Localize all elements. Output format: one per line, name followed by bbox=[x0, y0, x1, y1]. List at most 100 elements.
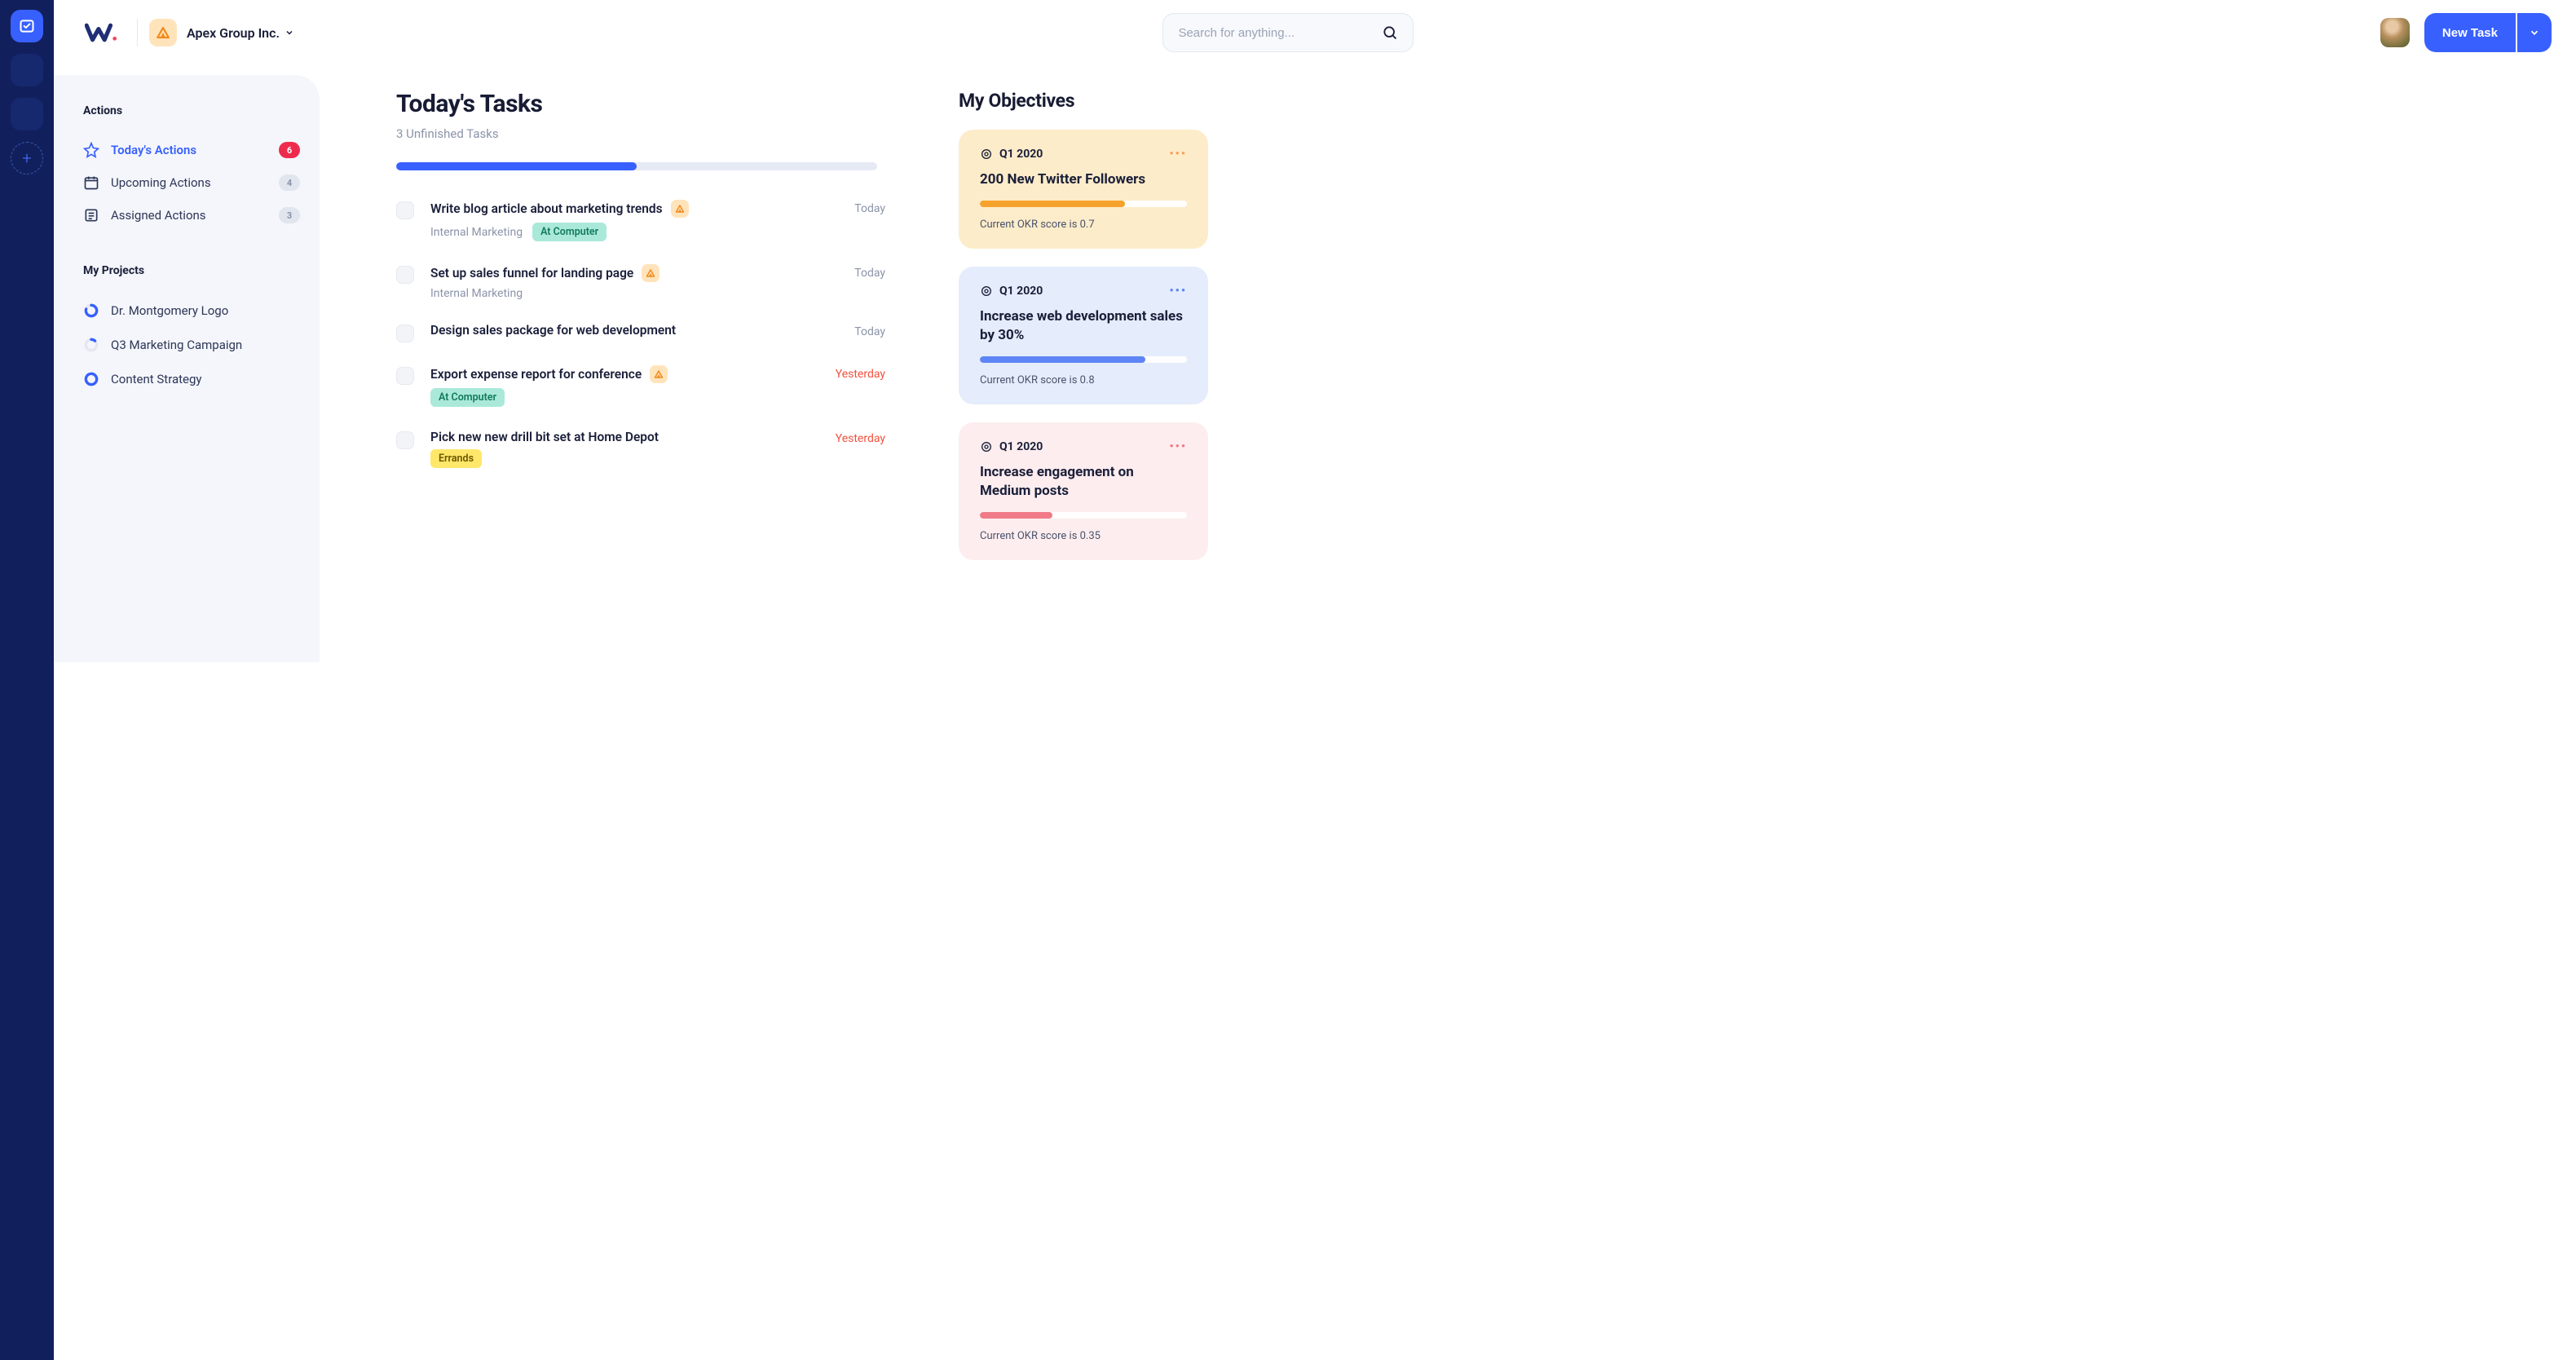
count-badge: 6 bbox=[279, 142, 300, 158]
okr-progress bbox=[980, 201, 1187, 207]
task-checkbox[interactable] bbox=[396, 201, 414, 219]
task-tag: Errands bbox=[430, 449, 482, 468]
sidebar-projects-header: My Projects bbox=[83, 264, 300, 277]
sidebar-item-assigned-actions[interactable]: Assigned Actions 3 bbox=[83, 199, 300, 232]
plus-icon: + bbox=[22, 148, 31, 168]
okr-score-text: Current OKR score is 0.8 bbox=[980, 374, 1187, 386]
sidebar-item-todays-actions[interactable]: Today's Actions 6 bbox=[83, 134, 300, 166]
task-tag: At Computer bbox=[532, 223, 607, 241]
target-icon bbox=[980, 440, 993, 453]
task-project: Internal Marketing bbox=[430, 287, 523, 300]
objective-period: Q1 2020 bbox=[999, 285, 1043, 298]
user-avatar[interactable] bbox=[2380, 18, 2410, 47]
assigned-icon bbox=[83, 207, 99, 223]
task-checkbox[interactable] bbox=[396, 266, 414, 284]
chevron-down-icon bbox=[285, 28, 294, 38]
task-project: Internal Marketing bbox=[430, 226, 523, 239]
task-checkbox[interactable] bbox=[396, 431, 414, 449]
objective-period: Q1 2020 bbox=[999, 148, 1043, 161]
task-title: Write blog article about marketing trend… bbox=[430, 201, 663, 216]
sidebar-item-label: Upcoming Actions bbox=[111, 175, 211, 190]
objectives-column: My Objectives Q1 2020 ••• 200 New Twitte… bbox=[959, 90, 1208, 560]
okr-progress bbox=[980, 512, 1187, 519]
task-title: Export expense report for conference bbox=[430, 367, 642, 382]
okr-score-text: Current OKR score is 0.7 bbox=[980, 219, 1187, 231]
task-row[interactable]: Pick new new drill bit set at Home Depot… bbox=[396, 422, 885, 483]
task-row[interactable]: Set up sales funnel for landing page Int… bbox=[396, 256, 885, 315]
sidebar-item-label: Today's Actions bbox=[111, 143, 196, 157]
sidebar-item-label: Assigned Actions bbox=[111, 208, 206, 223]
search-box[interactable] bbox=[1162, 13, 1414, 52]
objective-title: Increase engagement on Medium posts bbox=[980, 463, 1187, 501]
okr-score-text: Current OKR score is 0.35 bbox=[980, 530, 1187, 542]
new-task-button[interactable]: New Task bbox=[2424, 13, 2516, 52]
count-badge: 3 bbox=[279, 207, 300, 223]
tasks-progress-fill bbox=[396, 162, 637, 170]
task-list: Write blog article about marketing trend… bbox=[396, 192, 885, 483]
okr-progress bbox=[980, 356, 1187, 363]
task-title: Set up sales funnel for landing page bbox=[430, 266, 633, 280]
project-label: Q3 Marketing Campaign bbox=[111, 338, 242, 352]
task-date: Today bbox=[854, 200, 885, 215]
task-date: Yesterday bbox=[836, 430, 885, 445]
project-label: Content Strategy bbox=[111, 372, 202, 386]
card-menu-icon[interactable]: ••• bbox=[1169, 440, 1187, 453]
nav-rail: + bbox=[0, 0, 54, 1360]
objective-card[interactable]: Q1 2020 ••• Increase engagement on Mediu… bbox=[959, 422, 1208, 560]
search-icon bbox=[1382, 24, 1398, 41]
task-title: Design sales package for web development bbox=[430, 323, 676, 338]
page-title: Today's Tasks bbox=[396, 90, 885, 118]
calendar-icon bbox=[83, 174, 99, 191]
search-input[interactable] bbox=[1178, 26, 1382, 40]
objective-card[interactable]: Q1 2020 ••• 200 New Twitter Followers Cu… bbox=[959, 130, 1208, 249]
task-row[interactable]: Export expense report for conference At … bbox=[396, 357, 885, 422]
objective-title: Increase web development sales by 30% bbox=[980, 307, 1187, 345]
star-icon bbox=[83, 142, 99, 158]
org-mini-icon bbox=[650, 365, 668, 383]
progress-ring-icon bbox=[83, 337, 99, 353]
project-label: Dr. Montgomery Logo bbox=[111, 303, 228, 318]
task-title: Pick new new drill bit set at Home Depot bbox=[430, 430, 659, 444]
project-item-content-strategy[interactable]: Content Strategy bbox=[83, 362, 300, 396]
page-subtitle: 3 Unfinished Tasks bbox=[396, 126, 885, 141]
count-badge: 4 bbox=[279, 174, 300, 191]
app-logo[interactable] bbox=[85, 19, 121, 46]
objective-title: 200 New Twitter Followers bbox=[980, 170, 1187, 189]
task-checkbox[interactable] bbox=[396, 325, 414, 342]
new-task-dropdown[interactable] bbox=[2517, 13, 2552, 52]
rail-slot-2[interactable] bbox=[11, 54, 43, 86]
main-column: Today's Tasks 3 Unfinished Tasks Write b… bbox=[396, 90, 885, 483]
topbar: Apex Group Inc. New Task bbox=[54, 0, 2576, 65]
org-switcher[interactable]: Apex Group Inc. bbox=[187, 25, 294, 41]
tasks-progress bbox=[396, 162, 877, 170]
task-checkbox[interactable] bbox=[396, 367, 414, 385]
task-date: Today bbox=[854, 264, 885, 280]
project-item-q3-marketing[interactable]: Q3 Marketing Campaign bbox=[83, 328, 300, 362]
rail-add-workspace[interactable]: + bbox=[11, 142, 43, 174]
rail-slot-3[interactable] bbox=[11, 98, 43, 130]
progress-ring-icon bbox=[83, 302, 99, 319]
divider bbox=[137, 19, 138, 46]
org-mini-icon bbox=[671, 200, 689, 218]
target-icon bbox=[980, 148, 993, 161]
sidebar: Actions Today's Actions 6 Upcoming Actio… bbox=[54, 75, 320, 662]
rail-checklist-icon[interactable] bbox=[11, 10, 43, 42]
task-tag: At Computer bbox=[430, 388, 505, 407]
card-menu-icon[interactable]: ••• bbox=[1169, 285, 1187, 298]
org-name-label: Apex Group Inc. bbox=[187, 25, 280, 41]
org-logo-icon[interactable] bbox=[149, 19, 177, 46]
sidebar-actions-header: Actions bbox=[83, 104, 300, 117]
task-row[interactable]: Write blog article about marketing trend… bbox=[396, 192, 885, 256]
task-row[interactable]: Design sales package for web development… bbox=[396, 315, 885, 357]
chevron-down-icon bbox=[2529, 27, 2540, 38]
project-item-montgomery[interactable]: Dr. Montgomery Logo bbox=[83, 294, 300, 328]
task-date: Yesterday bbox=[836, 365, 885, 381]
objective-card[interactable]: Q1 2020 ••• Increase web development sal… bbox=[959, 267, 1208, 404]
org-mini-icon bbox=[642, 264, 659, 282]
card-menu-icon[interactable]: ••• bbox=[1169, 148, 1187, 161]
sidebar-item-upcoming-actions[interactable]: Upcoming Actions 4 bbox=[83, 166, 300, 199]
task-date: Today bbox=[854, 323, 885, 338]
target-icon bbox=[980, 285, 993, 298]
objective-period: Q1 2020 bbox=[999, 440, 1043, 453]
objectives-title: My Objectives bbox=[959, 90, 1208, 112]
